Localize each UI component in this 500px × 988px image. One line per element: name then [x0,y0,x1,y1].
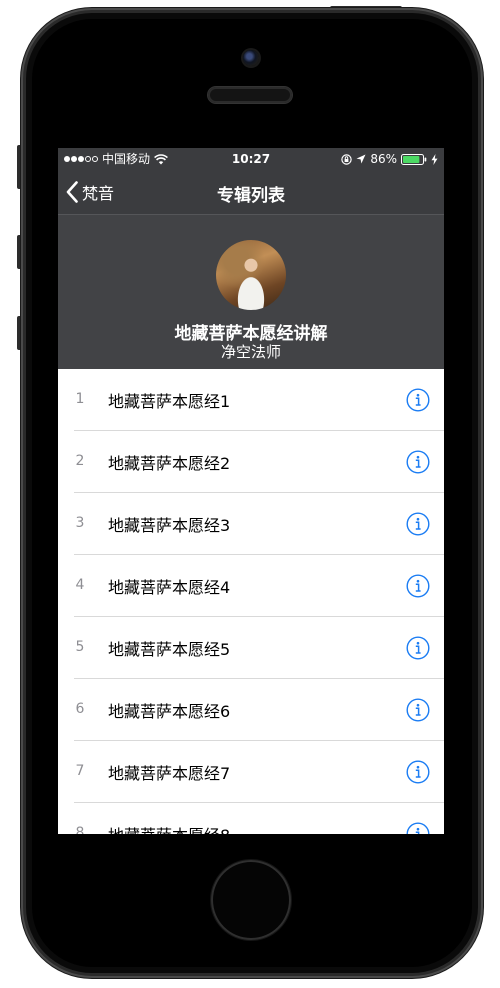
status-right: 86% [341,152,438,166]
track-row[interactable]: 7 地藏菩萨本愿经7 [58,741,444,803]
track-number: 5 [75,639,85,655]
mute-switch[interactable] [17,145,26,189]
track-number: 7 [75,763,85,779]
track-number: 8 [75,825,85,834]
album-header: 地藏菩萨本愿经讲解 净空法师 [58,214,444,370]
track-title: 地藏菩萨本愿经4 [108,578,231,597]
navigation-bar: 梵音 专辑列表 [58,170,444,214]
track-number: 1 [75,391,85,407]
album-cover-avatar [216,240,286,310]
info-icon[interactable] [406,698,430,722]
battery-icon [401,153,427,165]
volume-up-button[interactable] [17,235,26,269]
home-button[interactable] [211,860,291,940]
info-icon[interactable] [406,450,430,474]
track-title: 地藏菩萨本愿经8 [108,822,230,834]
status-bar: 中国移动 10:27 86% [58,148,444,170]
info-icon[interactable] [406,574,430,598]
track-row[interactable]: 3 地藏菩萨本愿经3 [58,493,444,555]
track-row[interactable]: 2 地藏菩萨本愿经2 [58,431,444,493]
track-title: 地藏菩萨本愿经6 [108,702,231,721]
track-title: 地藏菩萨本愿经2 [108,454,231,473]
info-icon[interactable] [406,636,430,660]
screen: 中国移动 10:27 86% 梵音 专辑列表 地藏菩萨本愿经讲解 净空法师 1 … [58,148,444,834]
rotation-lock-icon [341,153,353,165]
charging-bolt-icon [431,153,438,165]
info-icon[interactable] [406,822,430,834]
album-artist: 净空法师 [220,343,281,361]
track-number: 3 [75,515,85,531]
info-icon[interactable] [406,388,430,412]
page-title: 专辑列表 [217,186,285,206]
track-number: 2 [75,453,85,469]
front-camera [243,50,259,66]
track-list: 1 地藏菩萨本愿经1 2 地藏菩萨本愿经2 3 地藏菩萨本愿经3 4 地藏菩萨本愿经4 5 地藏菩… [58,369,444,834]
track-title: 地藏菩萨本愿经1 [108,392,231,411]
info-icon[interactable] [406,512,430,536]
info-icon[interactable] [406,760,430,784]
track-number: 6 [75,701,85,717]
track-row[interactable]: 4 地藏菩萨本愿经4 [58,555,444,617]
track-title: 地藏菩萨本愿经7 [108,764,231,783]
battery-percent: 86% [370,152,397,166]
track-title: 地藏菩萨本愿经5 [108,640,231,659]
earpiece-speaker [208,87,292,103]
track-row[interactable]: 6 地藏菩萨本愿经6 [58,679,444,741]
track-row[interactable]: 1 地藏菩萨本愿经1 [58,369,444,431]
track-row[interactable]: 5 地藏菩萨本愿经5 [58,617,444,679]
track-number: 4 [75,577,85,593]
volume-down-button[interactable] [17,316,26,350]
track-row[interactable]: 8 地藏菩萨本愿经8 [58,803,444,834]
location-arrow-icon [356,154,366,164]
track-title: 地藏菩萨本愿经3 [108,516,231,535]
